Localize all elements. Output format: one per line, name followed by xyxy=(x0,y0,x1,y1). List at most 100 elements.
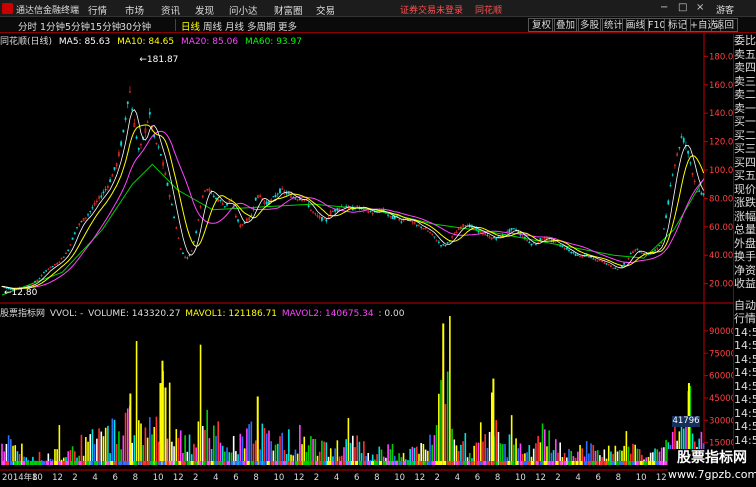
guest-label[interactable]: 游客 xyxy=(716,3,734,16)
candle-body xyxy=(102,191,105,194)
volume-strip-cell xyxy=(355,461,359,465)
volume-strip-cell xyxy=(415,461,419,465)
volume-bar xyxy=(124,412,127,465)
period-timeshare[interactable]: 分时 xyxy=(18,19,37,33)
volume-bar xyxy=(241,436,244,465)
volume-strip-cell xyxy=(110,461,114,465)
volume-strip-cell xyxy=(270,461,274,465)
volume-strip-cell xyxy=(186,461,190,465)
period-30min[interactable]: 30分钟 xyxy=(120,19,151,33)
chart-grid xyxy=(0,33,733,487)
volume-strip-cell xyxy=(659,461,663,465)
menu-exchange[interactable]: 市场 xyxy=(125,3,144,17)
candle-body xyxy=(51,265,54,267)
volume-strip-cell xyxy=(387,461,391,465)
close-icon[interactable]: × xyxy=(696,2,704,13)
volume-strip-cell xyxy=(563,461,567,465)
period-toolbar: 分时 1分钟 5分钟 15分钟 30分钟 日线 周线 月线 多周期 更多 复权 … xyxy=(0,17,756,33)
panel-label: 外盘 xyxy=(734,236,756,250)
period-5min[interactable]: 5分钟 xyxy=(65,19,90,33)
candle-body xyxy=(237,219,239,222)
volume-bar xyxy=(347,417,350,465)
date-label: 12 xyxy=(656,473,667,483)
menu-news[interactable]: 资讯 xyxy=(161,3,180,17)
candle-body xyxy=(420,226,423,228)
tick-row: 14:5 xyxy=(734,366,756,379)
login-warning[interactable]: 证券交易未登录 xyxy=(400,3,463,16)
volume-strip-cell xyxy=(587,461,591,465)
menu-trade[interactable]: 交易 xyxy=(316,3,335,17)
volume-strip-cell xyxy=(74,461,78,465)
volume-strip-cell xyxy=(435,461,439,465)
period-weekly[interactable]: 周线 xyxy=(203,19,222,33)
volume-bar xyxy=(248,424,250,465)
minimize-icon[interactable]: − xyxy=(660,2,668,13)
volume-strip-cell xyxy=(226,461,230,465)
volume-strip-cell xyxy=(663,461,667,465)
brand-link[interactable]: 同花顺 xyxy=(475,3,502,16)
candle-body xyxy=(298,198,301,201)
volume-strip-cell xyxy=(371,461,375,465)
kline-chart[interactable]: 180.00 160.00 140.00 120.00 100.00 80.00 60.00… xyxy=(0,33,733,487)
menu-discover[interactable]: 发现 xyxy=(195,3,214,17)
volume-strip-cell xyxy=(34,461,38,465)
volume-strip-cell xyxy=(611,461,615,465)
volume-bar xyxy=(281,432,283,465)
volume-strip-cell xyxy=(122,461,126,465)
volume-strip-cell xyxy=(427,461,431,465)
back-button[interactable]: 返回 xyxy=(711,18,739,32)
volume-strip-cell xyxy=(363,461,367,465)
candle-body xyxy=(243,222,246,224)
panel-gap xyxy=(734,291,756,299)
candle-body xyxy=(307,204,310,207)
menu-wealth[interactable]: 财富圈 xyxy=(274,3,303,17)
volume-strip-cell xyxy=(595,461,599,465)
volume-strip-cell xyxy=(511,461,515,465)
period-1min[interactable]: 1分钟 xyxy=(40,19,65,33)
volume-bar xyxy=(135,341,138,465)
candle-body xyxy=(576,254,579,256)
volume-bar xyxy=(100,431,103,465)
candle-body xyxy=(254,197,257,201)
candle-body xyxy=(219,199,222,201)
candle-body xyxy=(294,198,297,200)
candle-body xyxy=(669,185,672,187)
date-label: 8 xyxy=(495,473,500,483)
volume-strip-cell xyxy=(459,461,463,465)
volume-strip-cell xyxy=(643,461,647,465)
low-price-label: ←12.80 xyxy=(4,288,38,298)
candle-body xyxy=(530,243,533,246)
menu-market[interactable]: 行情 xyxy=(88,3,107,17)
volume-strip-cell xyxy=(198,461,202,465)
volume-strip-cell xyxy=(66,461,70,465)
period-daily[interactable]: 日线 xyxy=(181,19,200,33)
overlay-button[interactable]: 叠加 xyxy=(552,18,580,32)
volume-bar xyxy=(444,404,447,465)
volume-spike xyxy=(164,387,167,465)
volume-bar xyxy=(217,421,220,465)
volume-bar xyxy=(537,435,539,465)
volume-strip-cell xyxy=(487,461,491,465)
volume-bar xyxy=(433,435,436,465)
candle-body xyxy=(585,254,588,256)
volume-strip-cell xyxy=(246,461,250,465)
volume-strip-cell xyxy=(455,461,459,465)
volume-spike xyxy=(442,323,445,465)
volume-strip-cell xyxy=(254,461,258,465)
date-label: 10 xyxy=(636,473,647,483)
volume-spike xyxy=(256,396,259,465)
period-more[interactable]: 更多 xyxy=(278,19,297,33)
volume-strip-cell xyxy=(14,461,18,465)
restore-rights-button[interactable]: 复权 xyxy=(528,18,556,32)
price-tick-label: 120.00 xyxy=(709,138,733,148)
candle-body xyxy=(662,228,665,230)
candle-body xyxy=(605,263,608,265)
maximize-icon[interactable]: □ xyxy=(678,2,687,13)
period-monthly[interactable]: 月线 xyxy=(225,19,244,33)
menu-assistant[interactable]: 问小达 xyxy=(229,3,258,17)
multi-stock-button[interactable]: 多股 xyxy=(576,18,604,32)
period-15min[interactable]: 15分钟 xyxy=(90,19,121,33)
period-multi[interactable]: 多周期 xyxy=(247,19,276,33)
candle-body xyxy=(109,179,112,183)
volume-strip-cell xyxy=(539,461,543,465)
